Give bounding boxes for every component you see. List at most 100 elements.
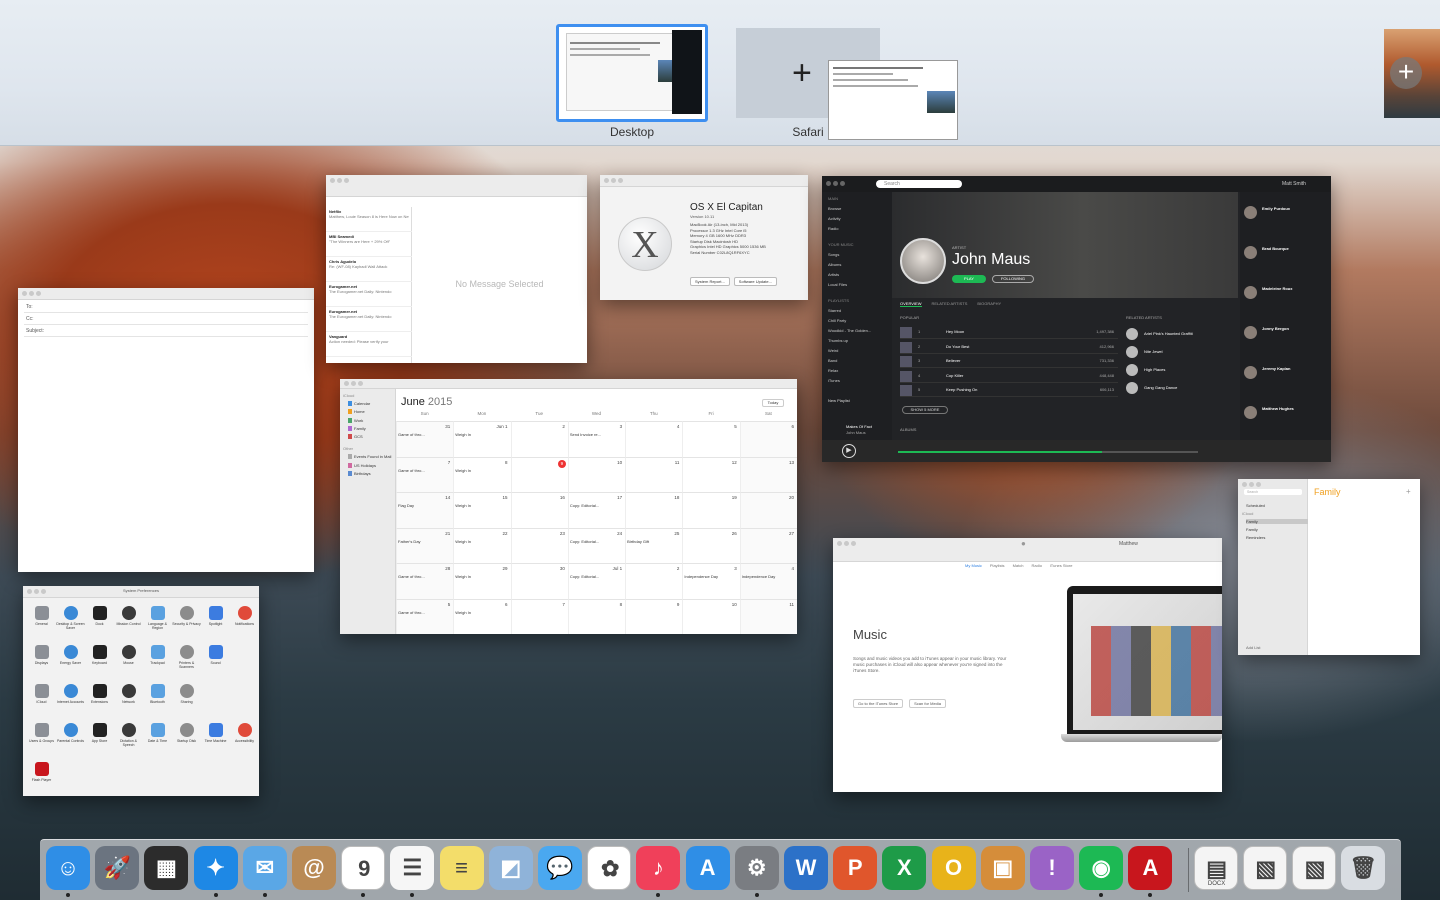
sysprefs-pane[interactable]: Mouse (114, 643, 143, 679)
contacts-icon[interactable]: @ (292, 846, 336, 890)
mail-viewer-window[interactable]: Netflix Matthew, Louie Season 8 is Here N… (326, 175, 587, 363)
system-preferences-icon[interactable]: ⚙ (734, 846, 779, 890)
sysprefs-pane[interactable]: Parental Controls (56, 721, 85, 757)
spotify-sidebar-item[interactable]: Songs (828, 252, 839, 257)
reminders-list-item[interactable]: Family (1246, 519, 1308, 524)
sysprefs-pane[interactable]: Accessibility (230, 721, 259, 757)
calendar-day-cell[interactable]: 26 (682, 527, 740, 563)
calendar-event[interactable]: Father's Day (398, 539, 451, 544)
calendar-day-cell[interactable]: 28 (396, 563, 454, 599)
itunes-tab[interactable]: iTunes Store (1050, 563, 1073, 568)
sysprefs-pane[interactable]: Time Machine (201, 721, 230, 757)
sysprefs-pane[interactable]: Network (114, 682, 143, 718)
sysprefs-pane[interactable]: Mission Control (114, 604, 143, 640)
sysprefs-pane[interactable]: Sharing (172, 682, 201, 718)
app-store-icon[interactable]: A (685, 846, 730, 890)
reminders-scheduled[interactable]: Scheduled (1246, 503, 1265, 508)
itunes-icon[interactable]: ♪ (636, 846, 681, 890)
system-preferences-window[interactable]: System Preferences General Desktop & Scre… (23, 586, 259, 796)
calendar-day-cell[interactable]: 19 (682, 492, 740, 528)
itunes-window[interactable]: ● Matthew My Music Playlists Match Radio iTu… (833, 538, 1222, 792)
docx-file-icon[interactable]: ▤ DOCX (1193, 846, 1238, 890)
spotify-search-input[interactable]: Search (876, 180, 962, 188)
calendar-list-item[interactable]: GCS (348, 434, 363, 439)
sysprefs-pane[interactable]: Dictation & Speech (114, 721, 143, 757)
calendar-day-cell[interactable]: 7 (510, 598, 568, 634)
sysprefs-pane[interactable]: App Store (85, 721, 114, 757)
mail-message-list[interactable]: Netflix Matthew, Louie Season 8 is Here N… (326, 207, 412, 363)
mail-list-item[interactable]: MBI Seamedi "The Winners are Here + 29% O… (326, 232, 412, 257)
calendar-day-cell[interactable]: 21 (396, 527, 454, 563)
sysprefs-pane[interactable]: Sound (201, 643, 230, 679)
calendar-day-cell[interactable]: 4 (625, 421, 683, 457)
calendar-day-cell[interactable]: Jul 1 (567, 563, 626, 599)
calendar-day-cell[interactable]: 2 (510, 421, 568, 457)
outlook-icon[interactable]: O (931, 846, 976, 890)
spotify-sidebar-item[interactable]: Weird (828, 348, 838, 353)
spotify-sidebar-item[interactable]: Woodkid - The Golden... (828, 328, 871, 333)
calendar-list-item[interactable]: Family (348, 425, 366, 431)
feedback-icon[interactable]: ! (1030, 846, 1074, 890)
notes-icon[interactable]: ≡ (439, 846, 484, 890)
friend-item[interactable]: Jeremy Kaplan (1244, 362, 1328, 396)
calendar-event[interactable]: Independence Day (742, 574, 795, 579)
calendar-event[interactable]: Weigh In (455, 468, 508, 473)
calendar-day-cell[interactable]: 20 (739, 492, 797, 528)
reminders-list-item[interactable]: Family (1246, 527, 1308, 532)
calendar-list-item[interactable]: Calendar (348, 401, 370, 407)
artist-tab[interactable]: OVERVIEW (900, 301, 922, 307)
mail-to-field[interactable]: To: (26, 304, 33, 311)
show-more-button[interactable]: SHOW 5 MORE (902, 406, 948, 414)
reminders-search[interactable]: Search (1244, 489, 1302, 495)
mail-list-item[interactable]: Vanguard Action needed: Please verify you… (326, 332, 412, 357)
mail-list-item[interactable]: Netflix Matthew, Louie Season 8 is Here N… (326, 207, 412, 232)
sysprefs-pane[interactable]: Spotlight (201, 604, 230, 640)
play-pause-button[interactable]: ▶ (842, 444, 856, 458)
playback-progress[interactable] (898, 451, 1198, 453)
reminders-add-list[interactable]: Add List (1246, 645, 1260, 650)
calendar-day-cell[interactable]: 11 (739, 598, 797, 634)
calendar-event[interactable]: Birthday Gift (627, 539, 680, 544)
calendar-day-cell[interactable]: 31 (396, 421, 454, 457)
calendar-list-item[interactable]: US Holidays (348, 462, 376, 468)
friend-item[interactable]: Matthew Hughes (1244, 402, 1328, 436)
calendar-day-cell[interactable]: 29 (453, 563, 511, 599)
related-artist[interactable]: Nite Jewel (1126, 344, 1230, 360)
friend-item[interactable]: Emily Purdoux (1244, 202, 1328, 236)
calendar-event[interactable]: Flag Day (398, 503, 451, 508)
launchpad-icon[interactable]: 🚀 (95, 846, 140, 890)
spotify-sidebar-item[interactable]: Thumbs up (828, 338, 848, 343)
sysprefs-pane[interactable]: Date & Time (143, 721, 172, 757)
sysprefs-pane[interactable]: Internet Accounts (56, 682, 85, 718)
trash-icon[interactable]: 🗑 (1341, 846, 1386, 890)
spotify-sidebar-item[interactable]: Artists (828, 272, 839, 277)
calendar-window[interactable]: iCloud Calendar Home Work Family GCS Other Even… (340, 379, 797, 634)
track-row[interactable]: 1 Hey Moon 1,497,386 (900, 326, 1118, 339)
calendar-day-cell[interactable]: 2 (625, 563, 683, 599)
spotify-following-button[interactable]: FOLLOWING (992, 275, 1034, 283)
sysprefs-pane[interactable]: Extensions (85, 682, 114, 718)
calendar-day-cell[interactable]: Jun 1 (453, 421, 511, 457)
calendar-day-cell[interactable]: 4 (739, 563, 797, 599)
friend-item[interactable]: Madeleine Roux (1244, 282, 1328, 316)
calendar-event[interactable]: Copy: Editorial... (570, 539, 623, 544)
excel-icon[interactable]: X (882, 846, 927, 890)
spotify-sidebar-item[interactable]: Browse (828, 206, 841, 211)
friend-item[interactable]: Brad Bourque (1244, 242, 1328, 276)
sysprefs-pane[interactable]: Notifications (230, 604, 259, 640)
calendar-event[interactable]: Weigh In (455, 432, 508, 437)
sysprefs-pane[interactable]: Printers & Scanners (172, 643, 201, 679)
spotify-sidebar-item[interactable]: Albums (828, 262, 841, 267)
track-row[interactable]: 5 Keep Pushing On 606,113 (900, 384, 1118, 397)
calendar-event[interactable]: Independence Day (684, 574, 737, 579)
mail-subject-field[interactable]: Subject: (26, 328, 44, 335)
word-icon[interactable]: W (784, 846, 828, 890)
calendar-day-cell[interactable]: 23 (510, 527, 568, 563)
sysprefs-pane[interactable]: Energy Saver (56, 643, 85, 679)
sysprefs-pane[interactable]: Bluetooth (143, 682, 172, 718)
sysprefs-pane[interactable]: Displays (27, 643, 56, 679)
about-button[interactable]: Software Update... (733, 277, 777, 286)
itunes-tab[interactable]: Match (1013, 563, 1024, 568)
calendar-day-cell[interactable]: 9 (510, 456, 568, 492)
artist-tab[interactable]: BIOGRAPHY (977, 301, 1001, 306)
